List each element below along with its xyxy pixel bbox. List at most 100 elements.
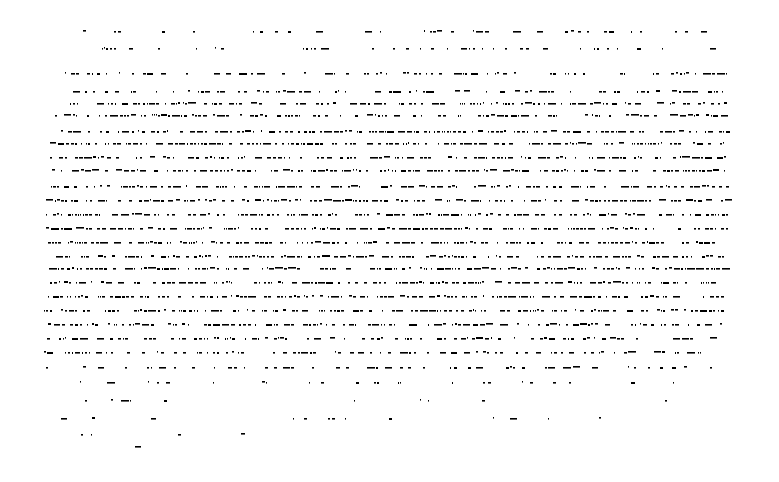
pattern-mark <box>456 310 458 312</box>
pattern-mark <box>179 310 180 312</box>
pattern-mark <box>289 157 290 159</box>
pattern-mark <box>299 186 302 188</box>
pattern-mark <box>183 352 186 354</box>
pattern-mark <box>79 157 83 159</box>
pattern-mark <box>267 157 271 159</box>
pattern-mark <box>386 73 387 75</box>
pattern-mark <box>624 296 628 298</box>
pattern-mark <box>111 103 113 105</box>
pattern-mark <box>391 256 393 258</box>
pattern-mark <box>71 143 74 145</box>
pattern-mark <box>680 73 682 75</box>
pattern-mark <box>284 157 285 159</box>
pattern-mark <box>125 268 133 270</box>
pattern-mark <box>350 103 357 105</box>
pattern-mark <box>726 214 728 216</box>
pattern-mark <box>157 131 159 133</box>
pattern-mark <box>415 310 418 312</box>
pattern-mark <box>464 352 470 354</box>
pattern-mark <box>523 214 529 216</box>
pattern-mark <box>491 131 494 133</box>
pattern-mark <box>350 157 352 159</box>
pattern-mark <box>267 214 270 216</box>
pattern-mark <box>410 282 415 284</box>
pattern-mark <box>234 367 237 369</box>
pattern-mark <box>97 338 104 340</box>
pattern-mark <box>625 228 628 230</box>
pattern-mark <box>147 73 153 75</box>
pattern-mark <box>444 338 446 340</box>
pattern-mark <box>346 73 349 75</box>
pattern-mark <box>692 157 700 159</box>
pattern-mark <box>592 367 598 369</box>
pattern-mark <box>276 324 278 326</box>
pattern-mark <box>560 156 563 158</box>
pattern-mark <box>654 186 656 188</box>
pattern-mark <box>105 170 108 172</box>
pattern-mark <box>680 156 681 158</box>
pattern-mark <box>700 310 707 312</box>
pattern-mark <box>717 157 723 159</box>
pattern-mark <box>310 200 312 202</box>
pattern-mark <box>660 186 663 188</box>
pattern-mark <box>683 91 691 93</box>
pattern-mark <box>461 214 462 216</box>
pattern-mark <box>522 381 523 383</box>
pattern-mark <box>242 131 244 133</box>
pattern-mark <box>79 242 81 244</box>
pattern-mark <box>57 199 60 201</box>
pattern-mark <box>72 214 73 216</box>
pattern-mark <box>131 114 136 116</box>
pattern-mark <box>455 170 458 172</box>
pattern-mark <box>464 90 470 92</box>
pattern-mark <box>534 131 535 133</box>
pattern-mark <box>253 31 254 33</box>
pattern-mark <box>614 91 616 93</box>
pattern-mark <box>107 382 115 384</box>
pattern-mark <box>695 73 696 75</box>
pattern-mark <box>338 352 341 354</box>
pattern-mark <box>667 170 670 172</box>
pattern-mark <box>690 186 693 188</box>
pattern-mark <box>603 91 606 93</box>
pattern-mark <box>400 295 405 297</box>
pattern-mark <box>693 142 695 144</box>
pattern-mark <box>547 267 550 269</box>
pattern-mark <box>660 131 663 133</box>
pattern-mark <box>722 256 724 258</box>
pattern-mark <box>378 115 380 117</box>
pattern-mark <box>407 72 409 74</box>
pattern-mark <box>130 400 131 402</box>
pattern-mark <box>148 242 149 244</box>
pattern-mark <box>474 296 477 298</box>
pattern-mark <box>523 310 528 312</box>
pattern-mark <box>439 73 442 75</box>
pattern-mark <box>466 242 467 244</box>
pattern-mark <box>325 73 333 75</box>
pattern-mark <box>395 338 398 340</box>
pattern-mark <box>631 324 633 326</box>
pattern-mark <box>452 255 453 257</box>
pattern-mark <box>608 200 610 202</box>
pattern-mark <box>538 324 540 326</box>
pattern-mark <box>198 143 199 145</box>
pattern-mark <box>173 324 174 326</box>
pattern-mark <box>470 241 473 243</box>
pattern-mark <box>108 103 109 105</box>
pattern-mark <box>312 367 314 369</box>
pattern-mark <box>554 214 556 216</box>
pattern-mark <box>317 256 320 258</box>
pattern-mark <box>313 115 316 117</box>
pattern-mark <box>708 282 709 284</box>
pattern-mark <box>193 242 195 244</box>
pattern-mark <box>322 255 330 257</box>
pattern-mark <box>209 227 212 229</box>
pattern-mark <box>573 228 575 230</box>
pattern-mark <box>65 256 68 258</box>
pattern-mark <box>508 296 516 298</box>
pattern-mark <box>229 256 232 258</box>
pattern-mark <box>724 102 727 104</box>
pattern-mark <box>213 382 214 384</box>
pattern-mark <box>248 256 250 258</box>
pattern-mark <box>319 200 322 202</box>
